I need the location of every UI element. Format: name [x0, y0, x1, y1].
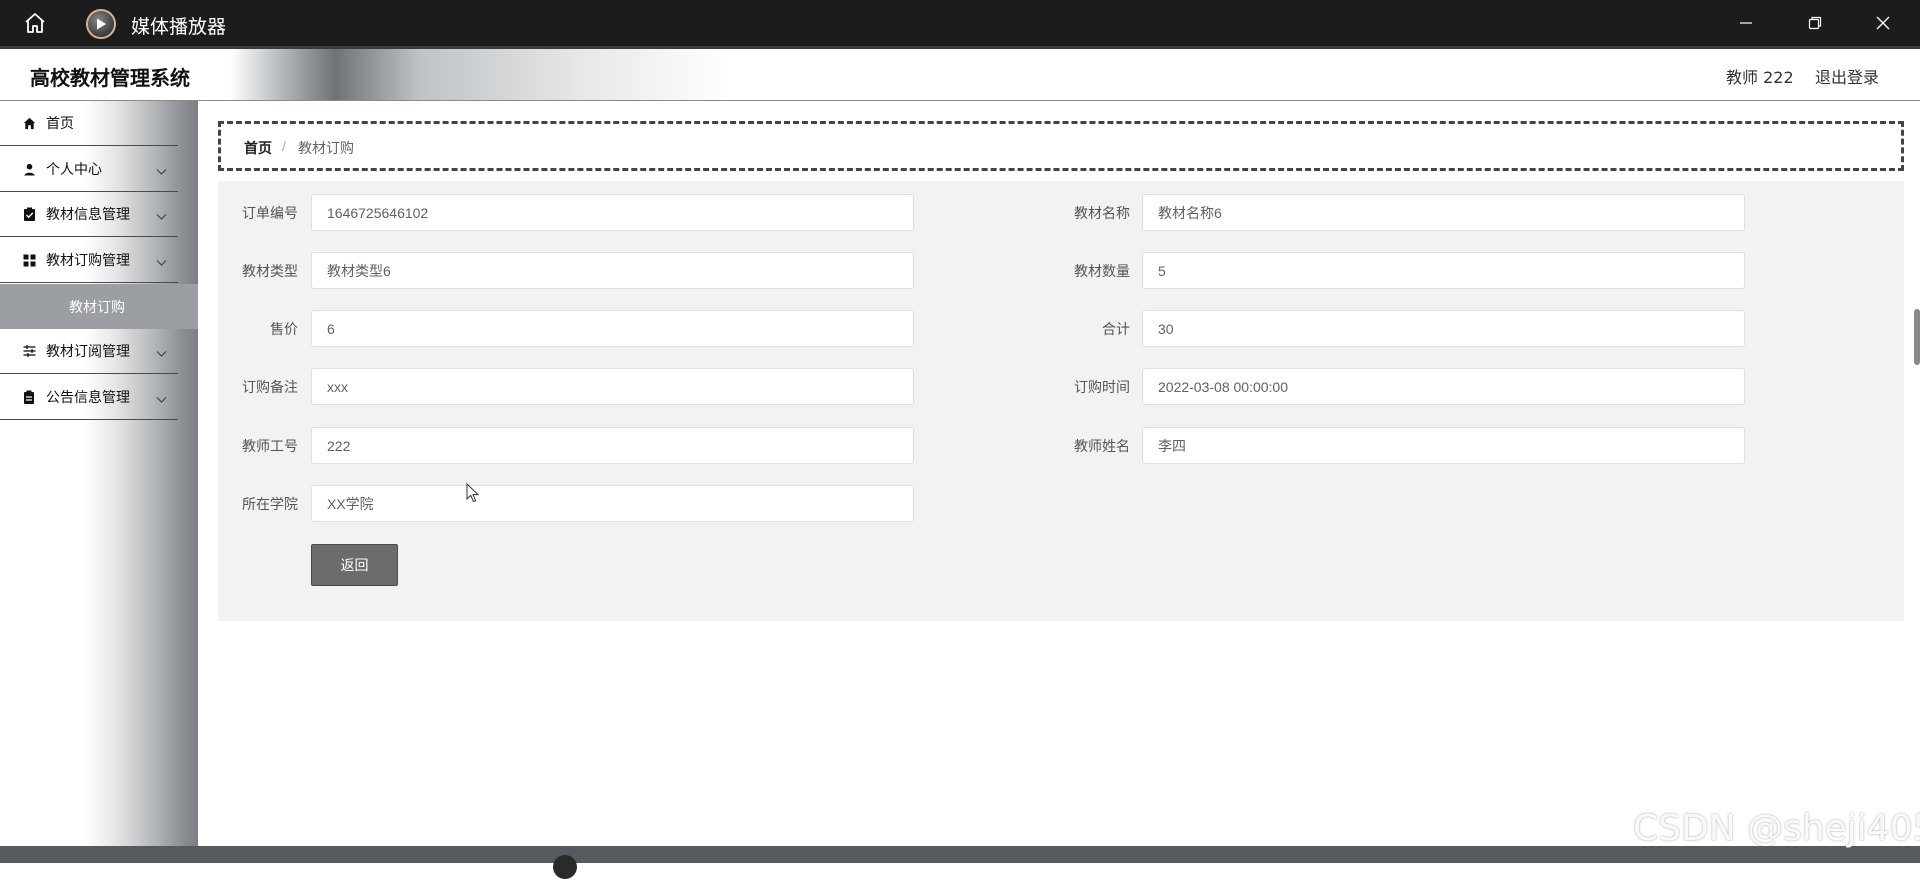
- back-button[interactable]: 返回: [311, 544, 398, 586]
- book-name-label: 教材名称: [1074, 206, 1130, 222]
- book-type-label: 教材类型: [242, 264, 298, 280]
- teacher-id-label: 教师工号: [242, 439, 298, 455]
- close-icon[interactable]: [1858, 6, 1908, 40]
- chevron-down-icon: [156, 392, 167, 408]
- sidebar-item-label: 教材订购管理: [46, 253, 130, 269]
- total-field[interactable]: [1142, 310, 1745, 347]
- window-titlebar: 媒体播放器: [0, 0, 1920, 46]
- grid-icon: [22, 253, 36, 267]
- breadcrumb-home[interactable]: 首页: [244, 138, 272, 158]
- scrollbar-handle[interactable]: [1914, 309, 1920, 365]
- chevron-down-icon: [156, 346, 167, 362]
- sidebar-item-book-order[interactable]: 教材订购管理: [0, 238, 178, 283]
- sidebar-item-announcement[interactable]: 公告信息管理: [0, 375, 178, 420]
- order-time-label: 订购时间: [1074, 380, 1130, 396]
- price-field[interactable]: [311, 310, 914, 347]
- price-label: 售价: [270, 322, 298, 338]
- remark-label: 订购备注: [242, 380, 298, 396]
- mouse-cursor-icon: [466, 482, 480, 508]
- logout-link[interactable]: 退出登录: [1815, 64, 1879, 88]
- breadcrumb-current: 教材订购: [298, 141, 354, 157]
- teacher-name-field[interactable]: [1142, 427, 1745, 464]
- order-no-field[interactable]: [311, 194, 914, 231]
- system-title: 高校教材管理系统: [30, 66, 190, 90]
- order-time-field[interactable]: [1142, 368, 1745, 405]
- sidebar-item-book-info[interactable]: 教材信息管理: [0, 192, 178, 237]
- sidebar-item-label: 公告信息管理: [46, 390, 130, 406]
- order-no-label: 订单编号: [242, 206, 298, 222]
- home-icon[interactable]: [20, 9, 50, 37]
- sidebar-item-label: 教材订阅管理: [46, 344, 130, 360]
- sidebar-item-book-subscription[interactable]: 教材订阅管理: [0, 329, 178, 374]
- quantity-label: 教材数量: [1074, 264, 1130, 280]
- play-icon: [86, 9, 116, 39]
- window-title: 媒体播放器: [131, 16, 227, 38]
- app-header: 高校教材管理系统 教师 222 退出登录: [0, 46, 1920, 101]
- breadcrumb-separator: /: [282, 138, 286, 154]
- sidebar-subitem-book-order[interactable]: 教材订购: [0, 284, 198, 329]
- book-name-field[interactable]: [1142, 194, 1745, 231]
- minimize-icon[interactable]: [1721, 6, 1771, 40]
- sidebar: 首页 个人中心 教材信息管理 教材订购管理 教材订购 教材订阅管理 公告信息管理: [0, 101, 198, 846]
- chevron-down-icon: [156, 209, 167, 225]
- home-icon: [22, 116, 36, 130]
- restore-icon[interactable]: [1790, 6, 1840, 40]
- sidebar-item-home[interactable]: 首页: [0, 101, 178, 146]
- sliders-icon: [22, 344, 36, 358]
- bottom-bar-dot: [553, 855, 577, 879]
- total-label: 合计: [1102, 322, 1130, 338]
- teacher-id-field[interactable]: [311, 427, 914, 464]
- book-type-field[interactable]: [311, 252, 914, 289]
- sidebar-item-label: 教材信息管理: [46, 207, 130, 223]
- quantity-field[interactable]: [1142, 252, 1745, 289]
- remark-field[interactable]: [311, 368, 914, 405]
- current-user-label: 教师 222: [1726, 68, 1794, 87]
- chevron-down-icon: [156, 164, 167, 180]
- teacher-name-label: 教师姓名: [1074, 439, 1130, 455]
- sidebar-item-personal-center[interactable]: 个人中心: [0, 147, 178, 192]
- breadcrumb: 首页 / 教材订购: [218, 121, 1904, 171]
- order-detail-form: 订单编号 教材名称 教材类型 教材数量 售价 合计 订购备注 订购时间 教师工号…: [218, 181, 1904, 621]
- user-icon: [22, 162, 36, 176]
- college-field[interactable]: [311, 485, 914, 522]
- sidebar-item-label: 个人中心: [46, 162, 102, 178]
- watermark: CSDN @sheji405: [1633, 808, 1920, 849]
- clipboard-icon: [22, 390, 36, 404]
- chevron-down-icon: [156, 255, 167, 271]
- sidebar-item-label: 首页: [46, 116, 74, 132]
- clipboard-check-icon: [22, 207, 36, 221]
- bottom-bar: [0, 846, 1920, 879]
- college-label: 所在学院: [242, 497, 298, 513]
